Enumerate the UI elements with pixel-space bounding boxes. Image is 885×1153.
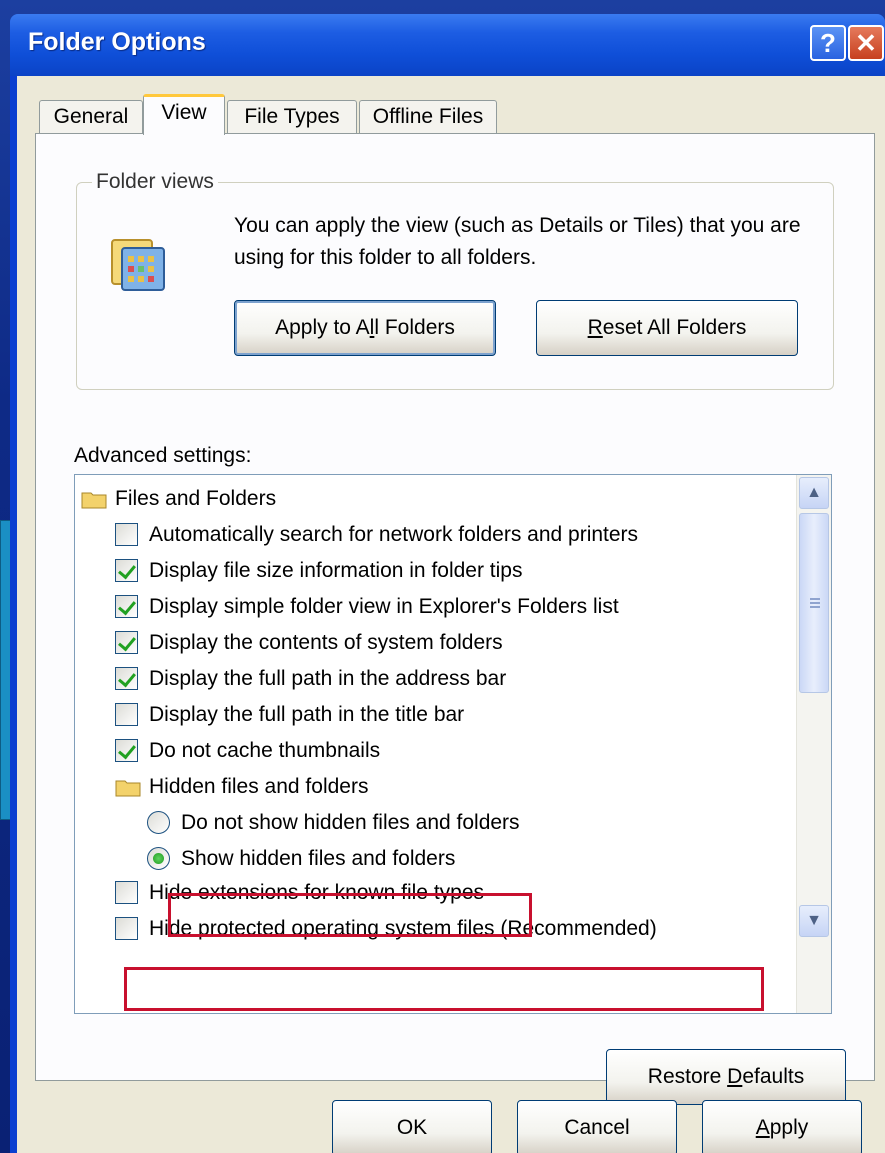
button-label: efaults xyxy=(742,1065,805,1088)
list-item-label: Hide extensions for known file types xyxy=(149,881,485,904)
button-label: Restore xyxy=(647,1065,728,1088)
tab-general[interactable]: General xyxy=(39,100,143,134)
folder-icon xyxy=(81,492,107,509)
checkbox[interactable] xyxy=(115,881,138,904)
folder-icon xyxy=(115,780,141,797)
scroll-up-button[interactable]: ▲ xyxy=(799,477,829,509)
accelerator-key: R xyxy=(587,316,603,339)
vertical-scrollbar[interactable]: ▲ ▼ xyxy=(796,475,831,1013)
checkbox[interactable] xyxy=(115,559,138,582)
restore-defaults-button[interactable]: Restore Defaults xyxy=(606,1049,846,1105)
button-label: l Folders xyxy=(374,316,455,339)
list-item-label: Display the full path in the title bar xyxy=(149,703,465,726)
accelerator-key: D xyxy=(727,1065,743,1088)
tab-file-types[interactable]: File Types xyxy=(227,100,357,134)
scrollbar-thumb[interactable] xyxy=(799,513,829,693)
list-item-label: Hide protected operating system files (R… xyxy=(149,917,657,940)
checkbox[interactable] xyxy=(115,739,138,762)
button-label: pply xyxy=(769,1116,809,1139)
grip-icon xyxy=(810,598,820,600)
list-item-label: Show hidden files and folders xyxy=(181,847,456,870)
folder-views-label: Folder views xyxy=(92,170,218,194)
list-item-label: Automatically search for network folders… xyxy=(149,523,639,546)
apply-to-all-folders-button[interactable]: Apply to All Folders xyxy=(234,300,496,356)
ok-button[interactable]: OK xyxy=(332,1100,492,1153)
cancel-button[interactable]: Cancel xyxy=(517,1100,677,1153)
button-label: eset All Folders xyxy=(602,316,747,339)
list-item-label: Display file size information in folder … xyxy=(149,559,523,582)
close-button[interactable]: ✕ xyxy=(848,25,884,61)
tree-node-label: Hidden files and folders xyxy=(149,775,369,798)
list-item-label: Display the contents of system folders xyxy=(149,631,503,654)
view-tab-panel: Folder views You can apply the view (suc… xyxy=(35,133,875,1105)
checkbox[interactable] xyxy=(115,523,138,546)
window-title: Folder Options xyxy=(28,28,206,56)
tab-offline-files[interactable]: Offline Files xyxy=(359,100,497,134)
accelerator-key: A xyxy=(755,1116,770,1139)
advanced-settings-label: Advanced settings: xyxy=(74,444,252,467)
folder-views-icon xyxy=(111,239,165,291)
folder-options-window: Folder Options ? ✕ General View File Typ… xyxy=(10,14,885,1153)
checkbox[interactable] xyxy=(115,667,138,690)
button-label: Apply to A xyxy=(275,316,370,339)
dialog-client-area: General View File Types Offline Files Fo… xyxy=(17,76,885,1153)
checkbox[interactable] xyxy=(115,917,138,940)
checkbox[interactable] xyxy=(115,703,138,726)
advanced-settings-list[interactable]: Files and Folders Automatically search f… xyxy=(74,474,832,1014)
help-button[interactable]: ? xyxy=(810,25,846,61)
reset-all-folders-button[interactable]: Reset All Folders xyxy=(536,300,798,356)
scroll-down-button[interactable]: ▼ xyxy=(799,905,829,937)
apply-button[interactable]: Apply xyxy=(702,1100,862,1153)
list-item-label: Do not show hidden files and folders xyxy=(181,811,520,834)
checkbox[interactable] xyxy=(115,595,138,618)
folder-views-description: You can apply the view (such as Details … xyxy=(234,214,801,269)
list-item-label: Display the full path in the address bar xyxy=(149,667,507,690)
checkbox[interactable] xyxy=(115,631,138,654)
list-item-label: Display simple folder view in Explorer's… xyxy=(149,595,619,618)
radio-button[interactable] xyxy=(147,847,170,870)
tab-view[interactable]: View xyxy=(143,94,225,135)
list-item-label: Do not cache thumbnails xyxy=(149,739,381,762)
radio-button[interactable] xyxy=(147,811,170,834)
title-bar[interactable]: Folder Options ? ✕ xyxy=(10,14,885,76)
tree-node-label: Files and Folders xyxy=(115,487,277,510)
